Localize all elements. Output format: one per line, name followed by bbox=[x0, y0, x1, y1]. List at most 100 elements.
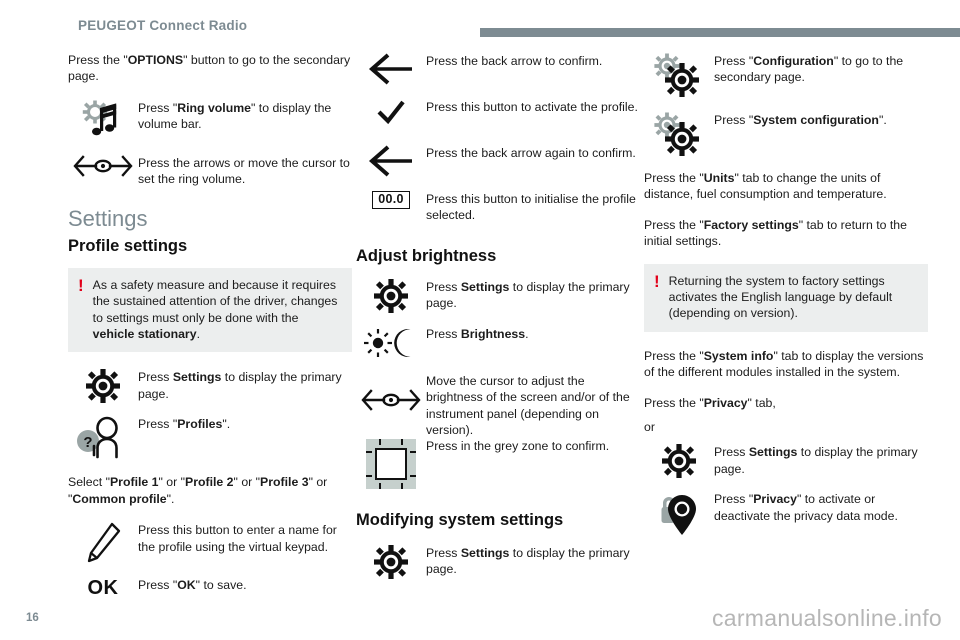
select-profile-paragraph: Select "Profile 1" or "Profile 2" or "Pr… bbox=[68, 474, 352, 507]
options-intro-pre: Press the " bbox=[68, 53, 128, 67]
safety-warning-pre: As a safety measure and because it requi… bbox=[92, 277, 338, 325]
factory-pre: Press the " bbox=[644, 217, 704, 232]
grey-zone-icon bbox=[356, 437, 426, 490]
brightness-bold: Brightness bbox=[460, 327, 526, 341]
ring-volume-text: Press "Ring volume" to display the volum… bbox=[138, 99, 352, 133]
safety-warning-post: . bbox=[196, 327, 200, 342]
check-row: Press this button to activate the profil… bbox=[356, 98, 640, 132]
column-middle: Press the back arrow to confirm. Press t… bbox=[356, 52, 640, 591]
ok-row: OK Press "OK" to save. bbox=[68, 576, 352, 610]
safety-warning-text: As a safety measure and because it requi… bbox=[93, 277, 342, 343]
units-bold: Units bbox=[703, 171, 735, 185]
column-right: Press "Configuration" to go to the secon… bbox=[644, 52, 928, 551]
sysconfig-post: ". bbox=[878, 113, 887, 127]
back-arrow-icon bbox=[356, 52, 426, 86]
grey-zone-row: Press in the grey zone to confirm. bbox=[356, 437, 640, 490]
ok-pre: Press " bbox=[138, 578, 178, 593]
profiles-bold: Profiles bbox=[177, 417, 223, 432]
ok-row-text: Press "OK" to save. bbox=[138, 576, 352, 593]
person-question-icon: ? bbox=[68, 415, 138, 462]
header-accent-bar bbox=[480, 28, 960, 37]
settings-mid2-pre: Press bbox=[426, 545, 461, 560]
back-arrow-icon bbox=[356, 144, 426, 178]
select-p2: " or " bbox=[233, 475, 261, 490]
select-b1: Profile 1 bbox=[109, 475, 159, 490]
profiles-row-text: Press "Profiles". bbox=[138, 415, 352, 432]
settings-left-bold: Settings bbox=[172, 370, 222, 385]
ok-glyph: OK bbox=[87, 577, 119, 600]
options-intro-paragraph: Press the "OPTIONS" button to go to the … bbox=[68, 52, 352, 85]
configuration-row-text: Press "Configuration" to go to the secon… bbox=[714, 52, 928, 86]
system-configuration-row-text: Press "System configuration". bbox=[714, 111, 928, 128]
select-p1: " or " bbox=[158, 475, 186, 490]
settings-mid-pre: Press bbox=[426, 280, 461, 294]
privacytab-post: " tab, bbox=[747, 395, 776, 410]
check-icon bbox=[356, 98, 426, 132]
double-gear-icon bbox=[644, 52, 714, 99]
check-row-text: Press this button to activate the profil… bbox=[426, 100, 638, 114]
sun-moon-icon bbox=[356, 325, 426, 360]
svg-text:?: ? bbox=[83, 434, 92, 451]
initialise-row-text: Press this button to initialise the prof… bbox=[426, 192, 636, 223]
gear-icon bbox=[644, 443, 714, 479]
settings-row-right-text: Press Settings to display the primary pa… bbox=[714, 443, 928, 477]
sysinfo-bold: System info bbox=[703, 348, 774, 363]
brightness-row: Press Brightness. bbox=[356, 325, 640, 360]
gear-icon bbox=[68, 368, 138, 404]
sysconfig-bold: System configuration bbox=[753, 113, 879, 127]
settings-right-bold: Settings bbox=[748, 445, 798, 460]
settings-row-left: Press Settings to display the primary pa… bbox=[68, 368, 352, 404]
factory-bold: Factory settings bbox=[703, 217, 799, 232]
system-info-paragraph: Press the "System info" tab to display t… bbox=[644, 348, 928, 381]
settings-mid-bold: Settings bbox=[460, 280, 510, 294]
select-p0: Select " bbox=[68, 475, 110, 490]
zero-value-glyph: 00.0 bbox=[372, 191, 410, 209]
profiles-pre: Press " bbox=[138, 417, 178, 432]
settings-row-middle-2: Press Settings to display the primary pa… bbox=[356, 544, 640, 579]
safety-warning-box: ! As a safety measure and because it req… bbox=[68, 267, 352, 353]
initialise-row: 00.0 Press this button to initialise the… bbox=[356, 190, 640, 224]
profile-settings-heading: Profile settings bbox=[68, 236, 188, 255]
ok-post: " to save. bbox=[195, 578, 247, 593]
warning-exclamation-icon: ! bbox=[654, 271, 660, 291]
configuration-row: Press "Configuration" to go to the secon… bbox=[644, 52, 928, 99]
select-p4: ". bbox=[166, 491, 175, 506]
privacy-pre: Press " bbox=[714, 492, 754, 507]
grey-zone-text: Press in the grey zone to confirm. bbox=[426, 438, 610, 453]
watermark: carmanualsonline.info bbox=[711, 605, 942, 631]
gear-icon bbox=[356, 278, 426, 313]
settings-left-pre: Press bbox=[138, 370, 173, 385]
gear-icon bbox=[356, 544, 426, 579]
pencil-row: Press this button to enter a name for th… bbox=[68, 521, 352, 564]
system-configuration-row: Press "System configuration". bbox=[644, 111, 928, 158]
profiles-row: ? Press "Profiles". bbox=[68, 415, 352, 462]
brightness-pre: Press bbox=[426, 327, 461, 341]
column-left: Press the "OPTIONS" button to go to the … bbox=[68, 52, 352, 622]
gear-music-note-icon bbox=[68, 99, 138, 142]
ring-cursor-text: Press the arrows or move the cursor to s… bbox=[138, 155, 350, 187]
profiles-post: ". bbox=[222, 417, 231, 432]
ring-volume-row: Press "Ring volume" to display the volum… bbox=[68, 99, 352, 142]
left-right-cursor-icon bbox=[356, 372, 426, 411]
privacytab-pre: Press the " bbox=[644, 395, 704, 410]
sysinfo-pre: Press the " bbox=[644, 348, 704, 363]
zero-value-box-icon: 00.0 bbox=[356, 190, 426, 224]
options-intro-bold: OPTIONS bbox=[127, 53, 184, 67]
ok-bold: OK bbox=[177, 578, 196, 593]
pencil-row-text: Press this button to enter a name for th… bbox=[138, 523, 337, 554]
privacy-row-text: Press "Privacy" to activate or deactivat… bbox=[714, 490, 928, 524]
settings-row-right: Press Settings to display the primary pa… bbox=[644, 443, 928, 479]
or-text: or bbox=[644, 420, 655, 435]
adjust-brightness-heading: Adjust brightness bbox=[356, 247, 497, 265]
back-arrow-again-text: Press the back arrow again to confirm. bbox=[426, 146, 636, 160]
privacy-bold: Privacy bbox=[753, 492, 797, 507]
privacy-tab-paragraph: Press the "Privacy" tab, bbox=[644, 395, 928, 411]
settings-row-middle-2-text: Press Settings to display the primary pa… bbox=[426, 544, 640, 578]
back-arrow-again-row: Press the back arrow again to confirm. bbox=[356, 144, 640, 178]
double-gear-icon bbox=[644, 111, 714, 158]
units-pre: Press the " bbox=[644, 171, 704, 185]
back-arrow-row: Press the back arrow to confirm. bbox=[356, 52, 640, 86]
settings-section-heading: Settings bbox=[68, 205, 148, 231]
modifying-system-settings-heading: Modifying system settings bbox=[356, 510, 564, 529]
ring-cursor-row: Press the arrows or move the cursor to s… bbox=[68, 154, 352, 188]
